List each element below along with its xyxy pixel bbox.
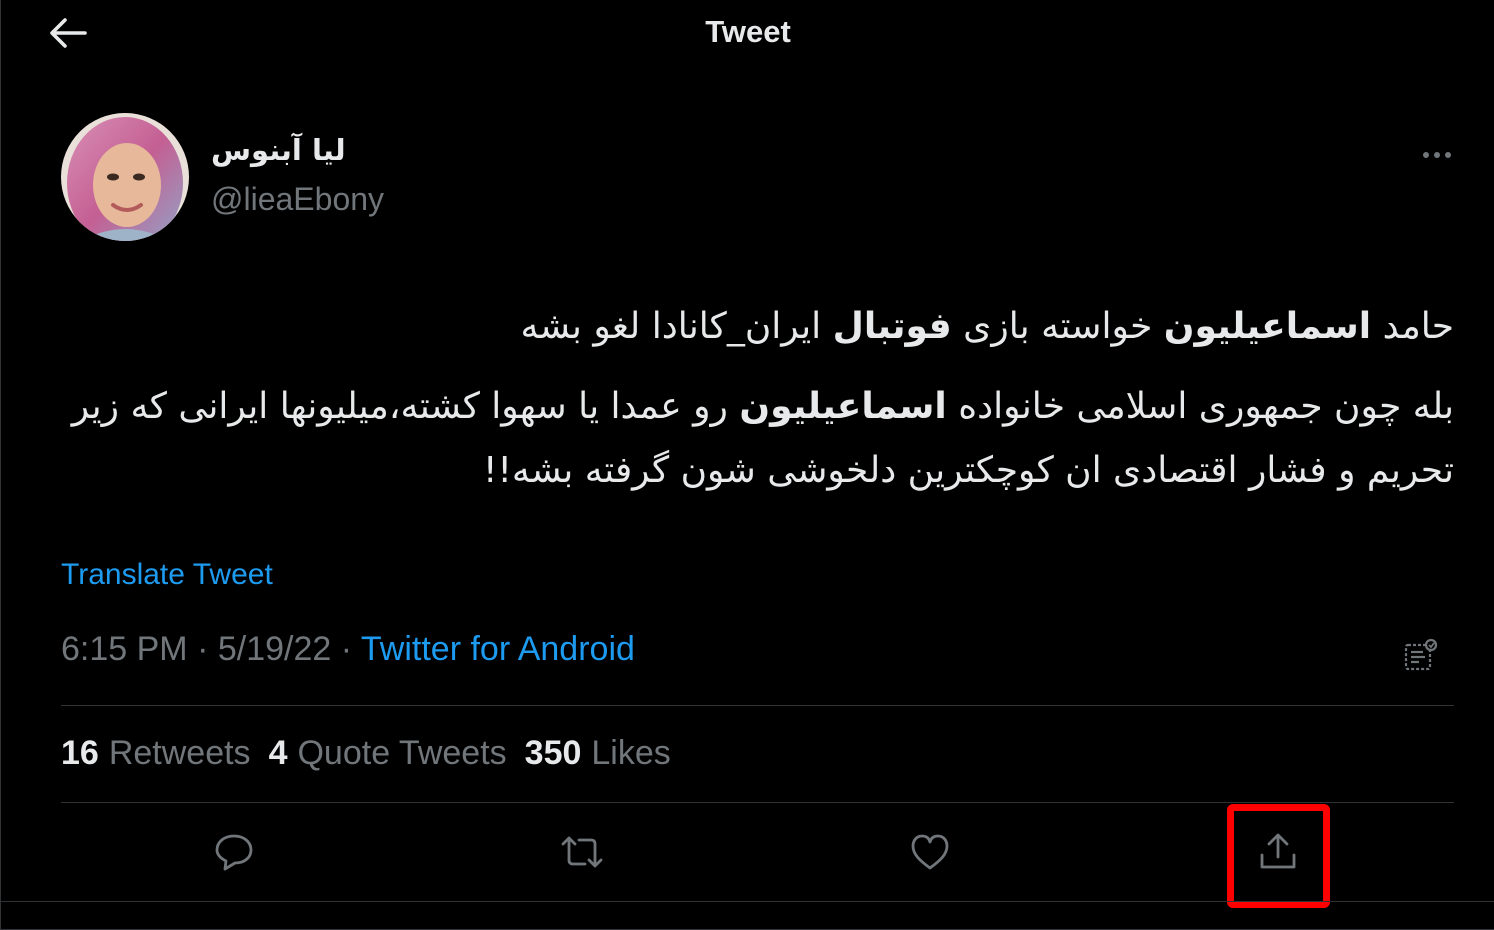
like-button[interactable]	[900, 822, 960, 882]
like-icon	[911, 834, 949, 870]
tweet-author: لیا آبنوس @lieaEbony	[61, 113, 1461, 243]
retweets-count: 16	[61, 734, 99, 772]
tweet-text: حامد اسماعیلیون خواسته بازی فوتبال ایران…	[61, 295, 1454, 503]
tweet-text-bold: اسماعیلیون	[1163, 306, 1372, 347]
share-icon	[1260, 833, 1296, 869]
page-title: Tweet	[705, 14, 791, 49]
meta-separator: ·	[331, 630, 361, 668]
more-button[interactable]	[1415, 135, 1459, 175]
tweet-text-segment: حامد	[1371, 306, 1454, 347]
tweet-metadata: 6:15 PM · 5/19/22 · Twitter for Android	[61, 630, 635, 669]
tweet-text-segment: ایران_کانادا لغو بشه	[520, 306, 833, 347]
quote-tweets-label: Quote Tweets	[297, 734, 507, 772]
bottom-divider	[1, 901, 1494, 902]
likes-count: 350	[524, 734, 582, 772]
retweet-button[interactable]	[552, 822, 612, 882]
more-icon	[1423, 152, 1451, 158]
avatar[interactable]	[61, 113, 189, 241]
retweets-label: Retweets	[108, 734, 251, 772]
tweet-time[interactable]: 6:15 PM	[61, 630, 188, 668]
likes-stat[interactable]: 350 Likes	[525, 734, 671, 773]
reply-icon	[215, 834, 253, 871]
share-button[interactable]	[1248, 822, 1308, 882]
retweet-icon	[561, 836, 603, 868]
engagement-stats: 16 Retweets 4 Quote Tweets 350 Likes	[61, 734, 671, 773]
tweet-text-segment: خواسته بازی	[951, 306, 1164, 347]
reply-button[interactable]	[204, 822, 264, 882]
tweet-actions	[61, 804, 1454, 900]
author-handle[interactable]: @lieaEbony	[211, 181, 384, 218]
tweet-date[interactable]: 5/19/22	[218, 630, 331, 668]
quote-tweets-stat[interactable]: 4 Quote Tweets	[269, 734, 507, 773]
avatar-image	[61, 113, 189, 241]
tweet-analytics-button[interactable]	[1399, 633, 1443, 677]
author-display-name[interactable]: لیا آبنوس	[211, 133, 346, 167]
analytics-icon	[1404, 638, 1438, 671]
tweet-paragraph-1: حامد اسماعیلیون خواسته بازی فوتبال ایران…	[61, 295, 1454, 359]
retweets-stat[interactable]: 16 Retweets	[61, 734, 251, 773]
tweet-source-link[interactable]: Twitter for Android	[361, 630, 635, 668]
meta-separator: ·	[187, 630, 218, 668]
tweet-text-segment: بله چون جمهوری اسلامی خانواده	[946, 386, 1454, 427]
tweet-page: Tweet لیا آبنوس @lieaEbony حامد اسماعیلی…	[0, 0, 1494, 930]
translate-tweet-link[interactable]: Translate Tweet	[61, 558, 273, 592]
tweet-text-bold: فوتبال	[832, 306, 952, 347]
tweet-text-bold: اسماعیلیون	[739, 386, 947, 427]
quote-tweets-count: 4	[268, 734, 288, 772]
divider	[61, 705, 1454, 706]
tweet-paragraph-2: بله چون جمهوری اسلامی خانواده اسماعیلیون…	[61, 375, 1454, 503]
top-bar: Tweet	[1, 0, 1494, 66]
likes-label: Likes	[591, 734, 671, 772]
divider	[61, 802, 1454, 803]
